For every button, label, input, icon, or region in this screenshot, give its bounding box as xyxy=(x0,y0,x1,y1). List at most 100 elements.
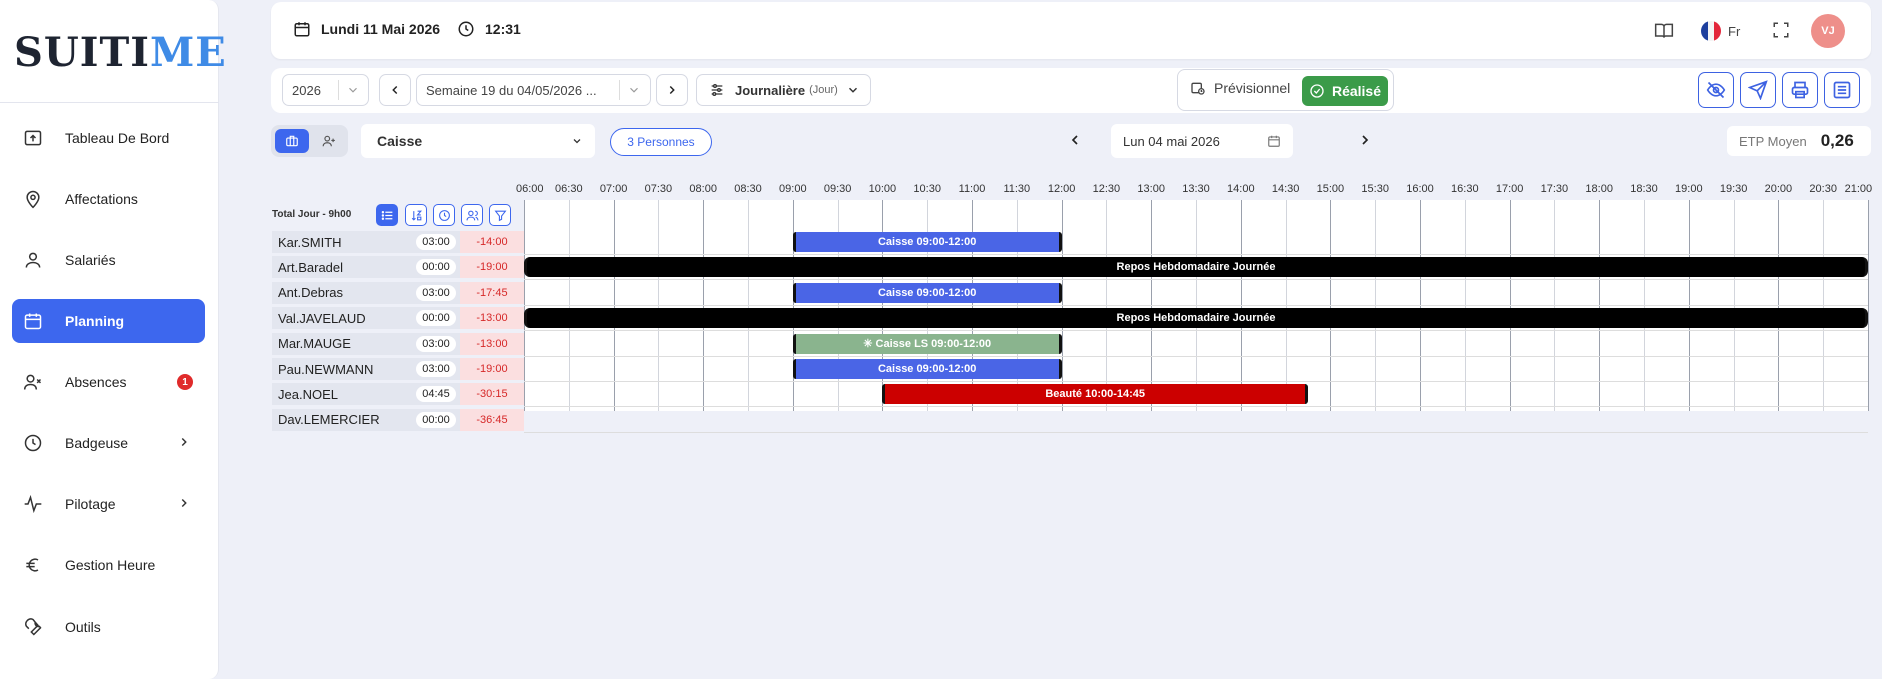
mode-realise-label: Réalisé xyxy=(1331,83,1382,99)
employee-name[interactable]: Kar.SMITH xyxy=(272,231,412,253)
user-plus-icon xyxy=(322,135,335,147)
day-picker[interactable]: Lun 04 mai 2026 xyxy=(1111,124,1293,158)
time-label: 19:30 xyxy=(1719,183,1748,195)
shift-bar[interactable]: Caisse 09:00-12:00 xyxy=(792,282,1062,303)
shift-bar[interactable]: Caisse 09:00-12:00 xyxy=(792,359,1062,379)
app-logo[interactable]: SUI T I ME xyxy=(14,28,227,76)
person-view-button[interactable] xyxy=(313,129,345,153)
hours-value: 00:00 xyxy=(416,411,456,428)
time-label: 09:30 xyxy=(823,183,852,195)
time-label: 10:00 xyxy=(868,183,897,195)
employee-row[interactable]: Kar.SMITH 03:00 -14:00 xyxy=(272,230,524,254)
hide-button[interactable] xyxy=(1698,72,1734,108)
user-icon xyxy=(22,249,44,271)
shift-bar[interactable]: Repos Hebdomadaire Journée xyxy=(524,257,1868,278)
employee-row[interactable]: Ant.Debras 03:00 -17:45 xyxy=(272,281,524,305)
current-date: Lundi 11 Mai 2026 xyxy=(293,20,440,38)
time-label: 20:30 xyxy=(1809,183,1837,195)
shift-bar[interactable]: Beauté 10:00-14:45 xyxy=(882,384,1308,405)
persons-button[interactable]: 3 Personnes xyxy=(610,128,712,156)
employee-name[interactable]: Jea.NOEL xyxy=(272,383,412,406)
sidebar-item-badgeuse[interactable]: Badgeuse xyxy=(12,421,205,465)
hours-value: 03:00 xyxy=(416,234,456,250)
briefcase-icon xyxy=(286,135,298,147)
users-icon xyxy=(466,210,478,220)
total-day-label: Total Jour - 9h00 xyxy=(272,209,352,220)
language-selector[interactable]: Fr xyxy=(1700,20,1740,42)
list-view-button[interactable] xyxy=(376,204,398,226)
shift-bar[interactable]: ✳ Caisse LS 09:00-12:00 xyxy=(792,333,1062,354)
sidebar-item-label: Tableau De Bord xyxy=(65,130,170,146)
employee-name[interactable]: Art.Baradel xyxy=(272,256,412,279)
employee-delta: -19:00 xyxy=(460,358,524,380)
next-day-button[interactable] xyxy=(1357,132,1373,148)
time-axis: 06:00 06:30 07:00 07:30 08:00 08:30 09:00 09:30… xyxy=(516,180,1872,196)
check-circle-icon xyxy=(1310,84,1324,98)
sidebar-item-label: Badgeuse xyxy=(65,435,129,451)
employee-hours: 00:00 xyxy=(412,307,460,330)
time-label: 18:30 xyxy=(1630,183,1658,195)
sidebar-item-tableau-de-bord[interactable]: Tableau De Bord xyxy=(12,116,205,160)
sort-button[interactable] xyxy=(405,204,427,226)
view-select[interactable]: Journalière (Jour) xyxy=(696,74,871,106)
view-value: Journalière xyxy=(735,82,806,98)
prev-day-button[interactable] xyxy=(1067,132,1083,148)
grid-header: Total Jour - 9h00 xyxy=(272,200,524,230)
time-label: 07:30 xyxy=(644,183,673,195)
team-select[interactable]: Caisse xyxy=(361,124,595,158)
mode-realise-button[interactable]: Réalisé xyxy=(1302,76,1388,106)
sidebar-item-salaries[interactable]: Salariés xyxy=(12,238,205,282)
employee-row[interactable]: Val.JAVELAUD 00:00 -13:00 xyxy=(272,306,524,330)
sidebar-item-planning[interactable]: Planning xyxy=(12,299,205,343)
sidebar-item-gestion-heure[interactable]: Gestion Heure xyxy=(12,543,205,587)
prev-week-button[interactable] xyxy=(379,74,411,106)
shift-bar[interactable]: Repos Hebdomadaire Journée xyxy=(524,308,1868,329)
chevron-left-icon xyxy=(1071,135,1078,145)
employee-name[interactable]: Pau.NEWMANN xyxy=(272,358,412,380)
employee-row[interactable]: Art.Baradel 00:00 -19:00 xyxy=(272,255,524,279)
etp-value: 0,26 xyxy=(1820,131,1854,150)
send-button[interactable] xyxy=(1740,72,1776,108)
employee-name[interactable]: Val.JAVELAUD xyxy=(272,307,412,330)
employee-name[interactable]: Ant.Debras xyxy=(272,281,412,304)
employee-name[interactable]: Dav.LEMERCIER xyxy=(272,408,412,431)
employee-row[interactable]: Dav.LEMERCIER 00:00 -36:45 xyxy=(272,408,524,432)
employee-name[interactable]: Mar.MAUGE xyxy=(272,332,412,355)
next-week-button[interactable] xyxy=(656,74,688,106)
year-select[interactable]: 2026 xyxy=(282,74,369,106)
sidebar-item-pilotage[interactable]: Pilotage xyxy=(12,482,205,526)
sliders-icon xyxy=(711,84,723,96)
fullscreen-icon[interactable] xyxy=(1772,21,1790,39)
employee-row[interactable]: Jea.NOEL 04:45 -30:15 xyxy=(272,382,524,406)
sidebar-item-affectations[interactable]: Affectations xyxy=(12,177,205,221)
users-filter-button[interactable] xyxy=(461,204,483,226)
user-avatar[interactable]: VJ xyxy=(1811,14,1845,48)
eye-off-icon xyxy=(1706,81,1726,99)
team-view-button[interactable] xyxy=(275,129,309,153)
year-value: 2026 xyxy=(292,82,321,98)
flag-fr-icon xyxy=(1701,21,1721,41)
chevron-left-icon xyxy=(392,85,398,95)
filter-button[interactable] xyxy=(489,204,511,226)
sidebar-item-outils[interactable]: Outils xyxy=(12,605,205,649)
time-label: 06:00 xyxy=(516,183,544,195)
logo-text: SUI xyxy=(14,28,100,76)
time-filter-button[interactable] xyxy=(433,204,455,226)
week-select[interactable]: Semaine 19 du 04/05/2026 ... xyxy=(416,74,651,106)
shift-bar[interactable]: Caisse 09:00-12:00 xyxy=(792,232,1062,252)
week-value: Semaine 19 du 04/05/2026 ... xyxy=(426,82,597,98)
activity-icon xyxy=(22,493,44,515)
list-button[interactable] xyxy=(1824,72,1860,108)
row-divider xyxy=(524,330,1868,332)
employee-row[interactable]: Mar.MAUGE 03:00 -13:00 xyxy=(272,332,524,356)
time-label: 10:30 xyxy=(913,183,941,195)
sidebar-item-label: Pilotage xyxy=(65,496,116,512)
divider xyxy=(338,80,339,100)
employee-row[interactable]: Pau.NEWMANN 03:00 -19:00 xyxy=(272,357,524,381)
book-icon[interactable] xyxy=(1654,21,1674,41)
sidebar-item-absences[interactable]: Absences 1 xyxy=(12,360,205,404)
clock-icon xyxy=(458,21,474,37)
mode-previsional-button[interactable]: Prévisionnel xyxy=(1190,80,1290,96)
print-button[interactable] xyxy=(1782,72,1818,108)
time-label: 07:00 xyxy=(599,183,628,195)
